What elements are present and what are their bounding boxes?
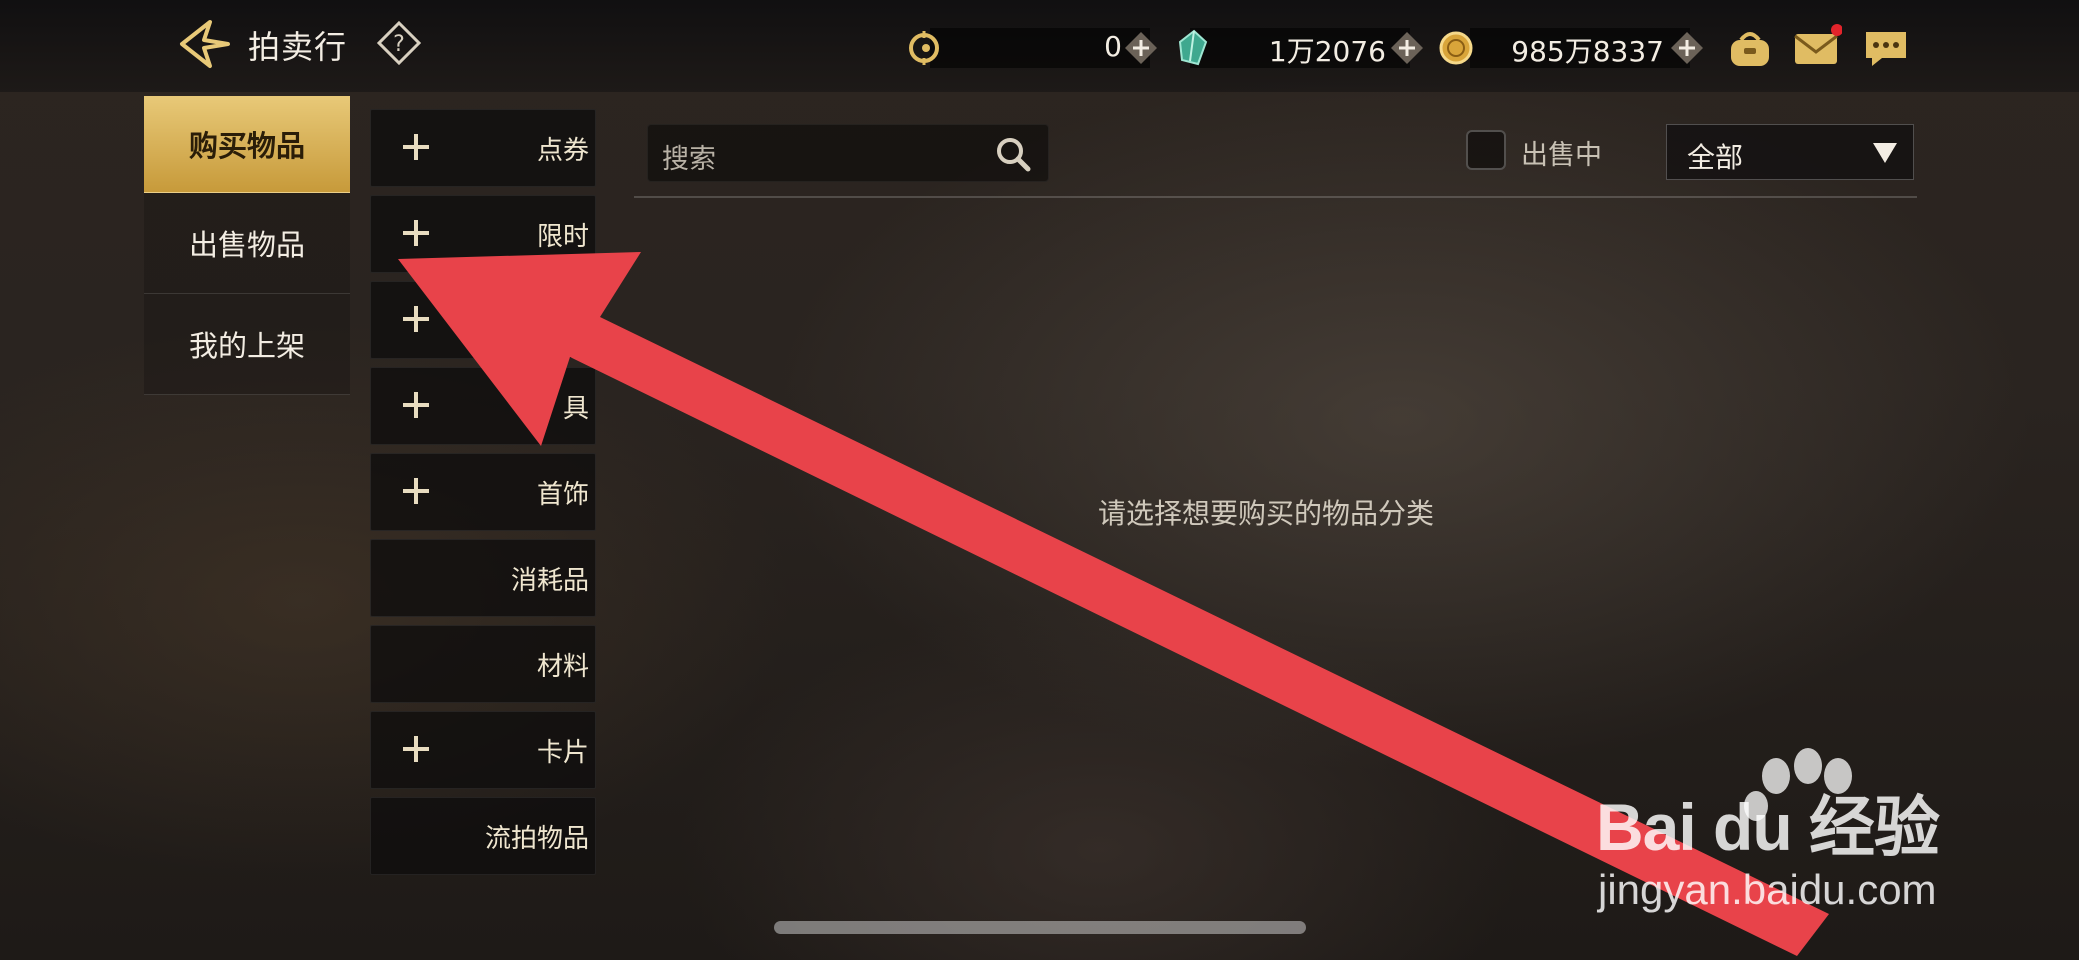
add-coupon-button[interactable] bbox=[1124, 31, 1158, 65]
dropdown-arrow-icon bbox=[1873, 143, 1897, 163]
search-icon[interactable] bbox=[994, 135, 1032, 173]
expand-plus-icon bbox=[403, 392, 429, 418]
expand-plus-icon bbox=[403, 220, 429, 246]
category-label: 卡片 bbox=[536, 738, 589, 768]
expand-plus-icon bbox=[403, 306, 429, 332]
crystal-value: 1万2076 bbox=[1268, 35, 1386, 68]
category-item-cards[interactable]: 卡片 bbox=[370, 711, 596, 789]
watermark-brand: Bai du 经验 bbox=[1596, 790, 1940, 864]
on-sale-label: 出售中 bbox=[1521, 140, 1602, 171]
page-title: 拍卖行 bbox=[248, 28, 348, 66]
menu-item-buy[interactable]: 购买物品 bbox=[144, 96, 350, 193]
coupon-currency-icon bbox=[909, 31, 939, 65]
add-gold-button[interactable] bbox=[1670, 31, 1704, 65]
left-menu: 购买物品 出售物品 我的上架 bbox=[144, 96, 350, 395]
category-item-consumables[interactable]: 消耗品 bbox=[370, 539, 596, 617]
category-list: 点券 限时 具 首饰 消耗品 材料 卡片 流拍物品 bbox=[370, 109, 596, 883]
help-icon[interactable]: ? bbox=[376, 20, 422, 66]
watermark-url: jingyan.baidu.com bbox=[1598, 866, 1937, 913]
expand-plus-icon bbox=[403, 736, 429, 762]
category-item-coupon[interactable]: 点券 bbox=[370, 109, 596, 187]
expand-plus-icon bbox=[403, 478, 429, 504]
gold-coin-icon bbox=[1439, 31, 1473, 65]
svg-text:?: ? bbox=[393, 32, 405, 57]
category-filter-dropdown[interactable]: 全部 bbox=[1666, 124, 1914, 180]
menu-item-my-listings[interactable]: 我的上架 bbox=[144, 294, 350, 395]
crystal-currency-icon bbox=[1178, 29, 1208, 66]
top-bar: 拍卖行 ? 0 1万2076 985万8337 bbox=[0, 0, 2079, 92]
category-item-materials[interactable]: 材料 bbox=[370, 625, 596, 703]
empty-state-message: 请选择想要购买的物品分类 bbox=[1098, 497, 1435, 530]
back-arrow-icon[interactable] bbox=[176, 18, 232, 70]
category-label: 消耗品 bbox=[510, 566, 589, 596]
dropdown-value: 全部 bbox=[1687, 141, 1744, 174]
menu-item-sell[interactable]: 出售物品 bbox=[144, 193, 350, 294]
coupon-value: 0 bbox=[1104, 30, 1122, 63]
category-item-4[interactable]: 具 bbox=[370, 367, 596, 445]
divider bbox=[634, 196, 1917, 198]
category-label: 限时 bbox=[536, 222, 589, 252]
gold-value: 985万8337 bbox=[1511, 35, 1664, 68]
on-sale-checkbox[interactable] bbox=[1466, 130, 1506, 170]
search-input[interactable]: 搜索 bbox=[647, 124, 1049, 182]
search-placeholder: 搜索 bbox=[662, 144, 716, 175]
category-label: 材料 bbox=[536, 652, 589, 682]
category-item-unsold[interactable]: 流拍物品 bbox=[370, 797, 596, 875]
home-indicator[interactable] bbox=[774, 921, 1306, 934]
category-item-limited[interactable]: 限时 bbox=[370, 195, 596, 273]
expand-plus-icon bbox=[403, 134, 429, 160]
add-crystal-button[interactable] bbox=[1390, 31, 1424, 65]
category-item-3[interactable] bbox=[370, 281, 596, 359]
mail-icon[interactable] bbox=[1790, 22, 1842, 74]
chat-icon[interactable] bbox=[1860, 22, 1912, 74]
bag-icon[interactable] bbox=[1724, 22, 1776, 74]
category-item-accessories[interactable]: 首饰 bbox=[370, 453, 596, 531]
category-label: 首饰 bbox=[536, 480, 589, 510]
category-label: 具 bbox=[562, 394, 589, 424]
category-label: 点券 bbox=[536, 136, 589, 166]
category-label: 流拍物品 bbox=[484, 824, 589, 854]
